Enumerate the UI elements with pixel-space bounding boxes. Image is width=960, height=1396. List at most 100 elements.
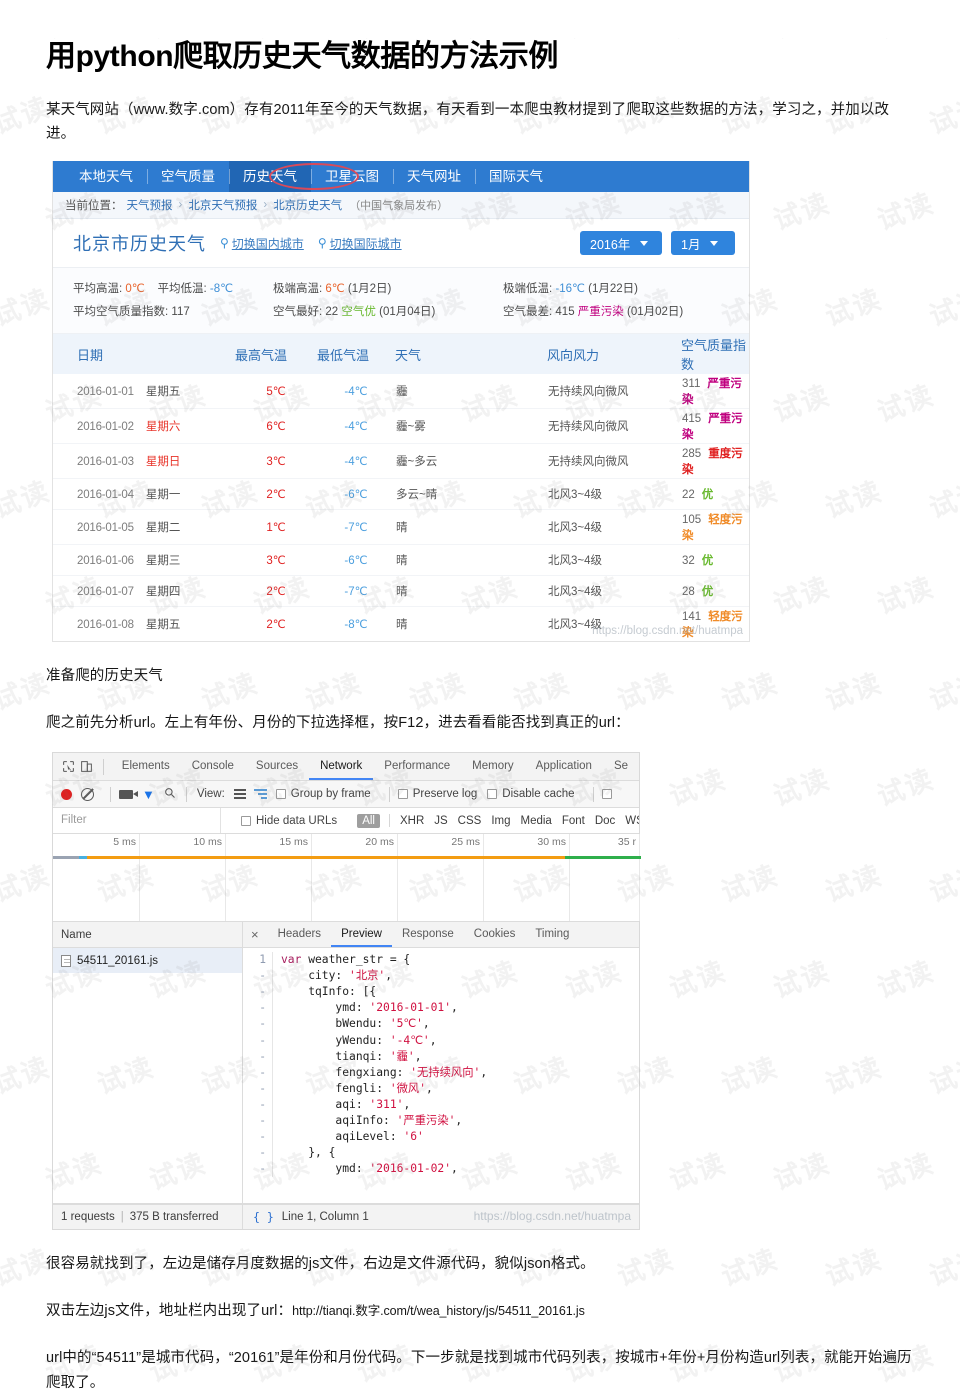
filter-type-media[interactable]: Media [516, 815, 557, 827]
toolbar-divider-4 [389, 787, 390, 802]
devtools-split-view: Name 54511_20161.js × Headers Preview Re… [53, 922, 639, 1204]
subtab-headers[interactable]: Headers [268, 922, 331, 947]
switch-domestic-city-link[interactable]: 切换国内城市 [232, 235, 304, 252]
switch-international-city-link[interactable]: 切换国际城市 [330, 235, 402, 252]
request-file-name: 54511_20161.js [77, 955, 158, 967]
code-text: aqiInfo: '严重污染', [273, 1113, 462, 1129]
cell-aqi: 22优 [681, 479, 749, 510]
found-paragraph: 很容易就找到了，左边是储存月度数据的js文件，右边是文件源代码，貌似json格式… [46, 1252, 914, 1277]
filter-funnel-icon[interactable]: ▼ [142, 787, 155, 802]
weekday-value: 星期六 [146, 421, 181, 433]
cell-low-temp: -4℃ [317, 409, 395, 444]
inspect-element-icon[interactable] [59, 756, 77, 778]
filter-type-css[interactable]: CSS [453, 815, 487, 827]
search-icon[interactable] [164, 787, 176, 802]
avg-high-label: 平均高温: [73, 283, 122, 295]
network-toolbar: ▼ View: Group by frame Preserve log Disa… [53, 781, 639, 808]
disable-cache-label: Disable cache [502, 788, 574, 800]
breadcrumb-item-beijing-history[interactable]: 北京历史天气 [273, 197, 342, 213]
nav-item-weather-urls[interactable]: 天气网址 [393, 161, 475, 192]
line-number: - [243, 1161, 273, 1177]
stat-worst-air: 空气最差: 415 严重污染 (01月02日) [503, 301, 743, 323]
clear-icon[interactable] [81, 788, 94, 801]
analyze-paragraph: 爬之前先分析url。左上有年份、月份的下拉选择框，按F12，进去看看能否找到真正… [46, 711, 914, 736]
hide-data-urls-option[interactable]: Hide data URLs [241, 815, 337, 827]
network-timeline[interactable]: 5 ms 10 ms 15 ms 20 ms 25 ms 30 ms 35 r [53, 834, 639, 922]
explain-paragraph: url中的“54511”是城市代码，“20161”是年份和月份代码。下一步就是找… [46, 1346, 914, 1396]
code-line: - bWendu: '5℃', [243, 1016, 639, 1032]
worst-air-level: 严重污染 [578, 306, 624, 318]
tab-sources[interactable]: Sources [245, 753, 309, 780]
preserve-log-checkbox[interactable] [398, 789, 408, 799]
group-by-frame-checkbox[interactable] [276, 789, 286, 799]
filter-type-font[interactable]: Font [557, 815, 590, 827]
table-header-row: 日期 最高气温 最低气温 天气 风向风力 空气质量指数 [53, 334, 749, 374]
filter-type-all[interactable]: All [357, 814, 380, 828]
subtab-response[interactable]: Response [392, 922, 464, 947]
disable-cache-checkbox[interactable] [487, 789, 497, 799]
subtab-timing[interactable]: Timing [525, 922, 579, 947]
year-select[interactable]: 2016年 [580, 231, 662, 255]
subtab-cookies[interactable]: Cookies [464, 922, 526, 947]
chevron-down-icon-2 [710, 241, 718, 246]
pretty-print-icon[interactable]: { } [253, 1210, 274, 1224]
line-number: - [243, 984, 273, 1000]
preserve-log-option[interactable]: Preserve log [398, 788, 478, 800]
record-icon[interactable] [61, 789, 72, 800]
devtools-status-bar: 1 requests | 375 B transferred { } Line … [53, 1204, 639, 1229]
date-value: 2016-01-08 [77, 619, 134, 631]
switch-domestic-city[interactable]: ⚲ 切换国内城市 [220, 235, 304, 252]
code-line: - }, { [243, 1145, 639, 1161]
tab-elements[interactable]: Elements [111, 753, 181, 780]
filter-type-js[interactable]: JS [429, 815, 452, 827]
weekday-value: 星期三 [146, 555, 181, 567]
cell-high-temp: 1℃ [235, 510, 317, 545]
toggle-device-toolbar-icon[interactable] [77, 756, 95, 778]
waterfall-view-icon[interactable] [254, 789, 267, 799]
timeline-tick-label-35ms: 35 r [618, 836, 636, 848]
ext-high-value: 6℃ [325, 283, 344, 295]
breadcrumb-label: 当前位置： [65, 197, 123, 213]
breadcrumb-item-forecast[interactable]: 天气预报 [127, 197, 173, 213]
response-preview-code[interactable]: 1var weather_str = {- city: '北京',- tqInf… [243, 948, 639, 1177]
code-text: aqiLevel: '6' [273, 1129, 424, 1145]
filter-input[interactable]: Filter [53, 808, 221, 833]
nav-item-international-weather[interactable]: 国际天气 [475, 161, 557, 192]
code-text: }, { [273, 1145, 335, 1161]
timeline-tick-label-10ms: 10 ms [193, 836, 222, 848]
disable-cache-option[interactable]: Disable cache [487, 788, 574, 800]
switch-international-city[interactable]: ⚲ 切换国际城市 [318, 235, 402, 252]
cell-high-temp: 2℃ [235, 576, 317, 607]
breadcrumb-separator-2: › [263, 199, 267, 211]
tab-memory[interactable]: Memory [461, 753, 525, 780]
nav-item-air-quality[interactable]: 空气质量 [147, 161, 229, 192]
filter-type-xhr[interactable]: XHR [395, 815, 429, 827]
month-select[interactable]: 1月 [671, 231, 735, 255]
filter-type-img[interactable]: Img [486, 815, 515, 827]
tab-performance[interactable]: Performance [373, 753, 461, 780]
hide-data-urls-checkbox[interactable] [241, 816, 251, 826]
nav-item-history-weather[interactable]: 历史天气 [229, 161, 311, 192]
breadcrumb-item-beijing-forecast[interactable]: 北京天气预报 [188, 197, 257, 213]
nav-item-local-weather[interactable]: 本地天气 [65, 161, 147, 192]
tab-network[interactable]: Network [309, 753, 373, 780]
offline-checkbox[interactable] [602, 789, 612, 799]
column-header-wind: 风向风力 [547, 334, 681, 374]
group-by-frame-option[interactable]: Group by frame [276, 788, 371, 800]
request-row-54511[interactable]: 54511_20161.js [53, 948, 242, 973]
capture-screenshots-icon[interactable] [119, 790, 133, 799]
list-view-icon[interactable] [234, 789, 246, 799]
tab-console[interactable]: Console [181, 753, 245, 780]
tab-security[interactable]: Se [603, 753, 639, 780]
subtab-preview[interactable]: Preview [331, 922, 392, 947]
js-file-url: http://tianqi.数字.com/t/wea_history/js/54… [292, 1304, 585, 1318]
close-icon[interactable]: × [251, 928, 259, 941]
tab-application[interactable]: Application [525, 753, 603, 780]
filter-divider [389, 814, 390, 827]
line-number: - [243, 1049, 273, 1065]
filter-type-doc[interactable]: Doc [590, 815, 620, 827]
filter-type-ws[interactable]: WS [620, 815, 639, 827]
nav-item-satellite-cloud[interactable]: 卫星云图 [311, 161, 393, 192]
weather-site-screenshot: 本地天气 空气质量 历史天气 卫星云图 天气网址 国际天气 当前位置： 天气预报… [52, 161, 750, 642]
group-by-frame-label: Group by frame [291, 788, 371, 800]
